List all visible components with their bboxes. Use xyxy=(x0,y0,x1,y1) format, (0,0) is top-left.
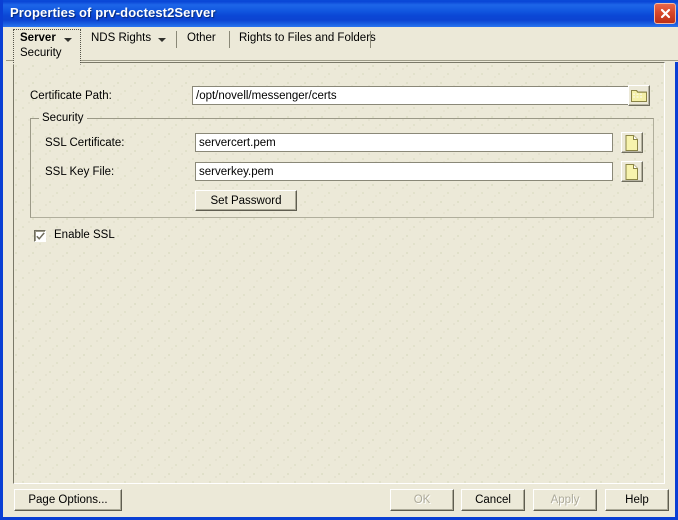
tab-rights-to-files-and-folders-label: Rights to Files and Folders xyxy=(239,32,376,44)
cancel-button-label: Cancel xyxy=(475,494,511,506)
dialog-footer: Page Options... OK Cancel Apply Help xyxy=(6,484,678,517)
window-title: Properties of prv-doctest2Server xyxy=(10,5,216,20)
close-icon xyxy=(660,8,670,19)
file-icon xyxy=(625,135,638,151)
tab-divider xyxy=(370,31,371,48)
page-options-button-label: Page Options... xyxy=(28,494,108,506)
cancel-button[interactable]: Cancel xyxy=(461,489,525,511)
tab-rights-to-files-and-folders[interactable]: Rights to Files and Folders xyxy=(230,30,376,52)
checkbox-box[interactable] xyxy=(34,230,46,242)
close-button[interactable] xyxy=(654,3,676,24)
ssl-certificate-input[interactable] xyxy=(195,133,613,152)
title-bar: Properties of prv-doctest2Server xyxy=(3,0,678,27)
chevron-down-icon[interactable] xyxy=(64,38,72,42)
tab-strip-divider xyxy=(6,60,678,61)
ssl-certificate-browse-button[interactable] xyxy=(621,132,643,153)
apply-button-label: Apply xyxy=(550,494,580,506)
checkmark-icon xyxy=(36,232,45,240)
security-group-title: Security xyxy=(39,112,87,124)
help-button-label: Help xyxy=(625,494,649,506)
chevron-down-icon[interactable] xyxy=(158,38,166,42)
tab-server-security-line2: Security xyxy=(20,47,62,59)
set-password-button-label: Set Password xyxy=(210,194,282,207)
ssl-certificate-label: SSL Certificate: xyxy=(45,137,125,149)
tab-server-security-line1: Server xyxy=(20,32,56,44)
apply-button[interactable]: Apply xyxy=(533,489,597,511)
page-options-button[interactable]: Page Options... xyxy=(14,489,122,511)
certificate-path-input[interactable] xyxy=(192,86,630,105)
certificate-path-browse-button[interactable] xyxy=(628,85,650,106)
help-button[interactable]: Help xyxy=(605,489,669,511)
content-panel: Certificate Path: Security SSL Certi xyxy=(13,62,665,484)
enable-ssl-label: Enable SSL xyxy=(54,229,115,241)
tab-other[interactable]: Other xyxy=(177,30,230,52)
tab-strip: Server Security NDS Rights Other Rights … xyxy=(6,27,678,65)
file-icon xyxy=(625,164,638,180)
tab-other-label: Other xyxy=(187,32,216,44)
ssl-key-file-input[interactable] xyxy=(195,162,613,181)
certificate-path-label: Certificate Path: xyxy=(30,90,112,102)
tab-nds-rights[interactable]: NDS Rights xyxy=(85,30,177,52)
ssl-key-file-label: SSL Key File: xyxy=(45,166,115,178)
ok-button-label: OK xyxy=(413,494,431,506)
tab-server-security[interactable]: Server Security xyxy=(13,29,81,65)
folder-icon xyxy=(631,90,647,102)
set-password-button[interactable]: Set Password xyxy=(195,190,297,211)
ssl-key-file-browse-button[interactable] xyxy=(621,161,643,182)
ok-button[interactable]: OK xyxy=(390,489,454,511)
security-group-box: Security SSL Certificate: SSL Key File: xyxy=(30,112,654,218)
properties-dialog-window: Properties of prv-doctest2Server Server … xyxy=(0,0,678,520)
tab-nds-rights-label: NDS Rights xyxy=(91,32,152,44)
